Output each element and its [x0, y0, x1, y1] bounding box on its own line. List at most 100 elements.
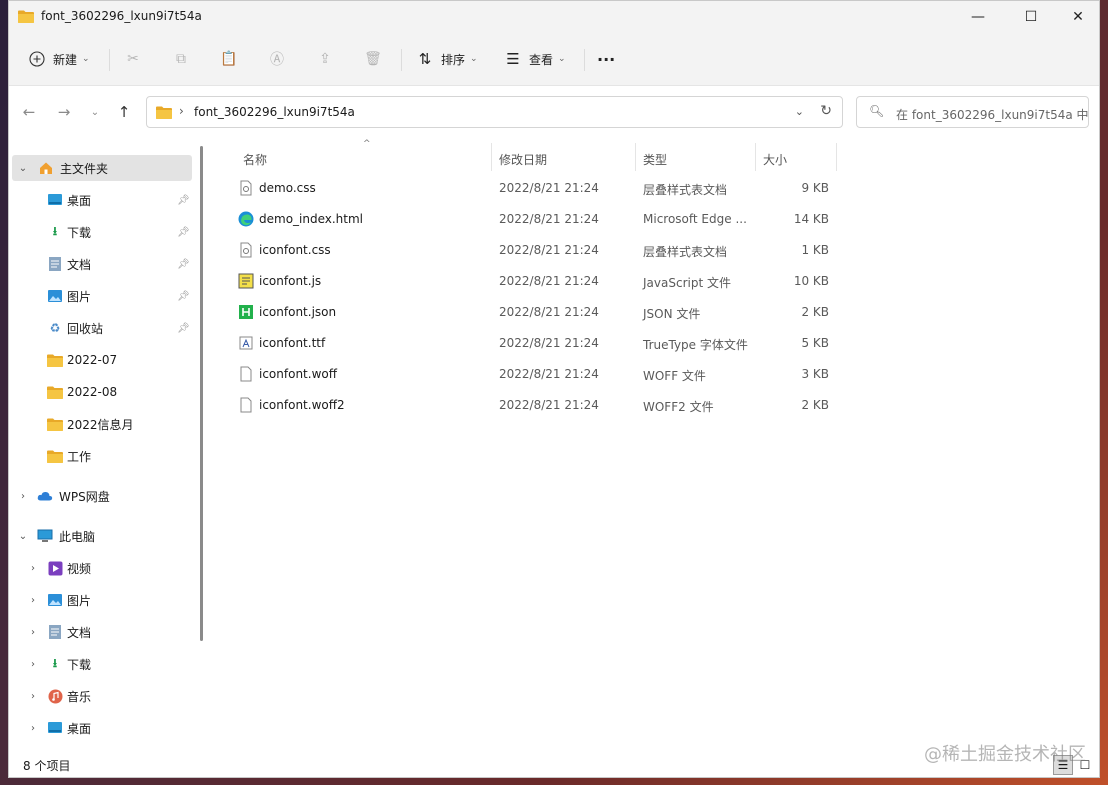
close-button[interactable]: ✕	[1055, 1, 1099, 33]
column-header-name[interactable]: 名称	[243, 147, 267, 171]
file-date: 2022/8/21 21:24	[499, 336, 599, 350]
sidebar-item-folder-2022-08[interactable]: 2022-08	[9, 379, 199, 405]
file-list: ^ 名称 修改日期 类型 大小 demo.css 2022/8/21 21:24…	[217, 139, 1099, 755]
sidebar-item-videos[interactable]: › 视频	[9, 555, 199, 581]
sidebar-item-recycle-bin[interactable]: ♻ 回收站 📌︎	[9, 315, 199, 341]
sidebar-item-documents-pc[interactable]: › 文档	[9, 619, 199, 645]
file-row[interactable]: iconfont.json 2022/8/21 21:24 JSON 文件 2 …	[229, 297, 839, 327]
chevron-down-icon: ⌄	[82, 54, 90, 64]
toolbar-divider	[109, 49, 110, 71]
expand-chevron-icon[interactable]: ›	[27, 595, 39, 606]
up-arrow-icon[interactable]: ↑	[112, 100, 136, 124]
document-icon	[47, 624, 63, 640]
file-row[interactable]: demo.css 2022/8/21 21:24 层叠样式表文档 9 KB	[229, 173, 839, 203]
folder-icon	[47, 416, 63, 432]
file-row[interactable]: demo_index.html 2022/8/21 21:24 Microsof…	[229, 204, 839, 234]
expand-chevron-icon[interactable]: ›	[27, 563, 39, 574]
sidebar-item-home[interactable]: ⌄ 主文件夹	[12, 155, 192, 181]
file-date: 2022/8/21 21:24	[499, 367, 599, 381]
search-icon: 🔍︎	[869, 104, 885, 118]
expand-chevron-icon[interactable]: ⌄	[17, 531, 29, 542]
folder-icon	[47, 384, 63, 400]
recent-locations-chevron-icon[interactable]: ⌄	[83, 100, 107, 124]
file-size: 3 KB	[801, 367, 829, 381]
paste-icon[interactable]: 📋	[217, 47, 241, 71]
file-row[interactable]: iconfont.woff 2022/8/21 21:24 WOFF 文件 3 …	[229, 359, 839, 389]
expand-chevron-icon[interactable]: ›	[27, 659, 39, 670]
sidebar-item-downloads-pc[interactable]: › ⭳ 下载	[9, 651, 199, 677]
maximize-button[interactable]: ☐	[1008, 1, 1054, 33]
column-divider[interactable]	[491, 143, 492, 171]
view-list-icon: ☰	[506, 50, 520, 68]
column-divider[interactable]	[635, 143, 636, 171]
search-box[interactable]: 🔍︎ 在 font_3602296_lxun9i7t54a 中...	[856, 96, 1089, 128]
sidebar-item-documents[interactable]: 文档 📌︎	[9, 251, 199, 277]
file-size: 1 KB	[801, 243, 829, 257]
column-divider[interactable]	[755, 143, 756, 171]
share-icon[interactable]: ⇪	[313, 47, 337, 71]
view-button[interactable]: ☰ 查看 ⌄	[503, 43, 566, 75]
chevron-down-icon: ⌄	[558, 54, 566, 64]
column-header-date[interactable]: 修改日期	[499, 147, 547, 171]
file-date: 2022/8/21 21:24	[499, 212, 599, 226]
file-type: WOFF 文件	[643, 369, 706, 383]
new-button-label: 新建	[53, 52, 78, 67]
sidebar-item-desktop-pc[interactable]: › 桌面	[9, 715, 199, 741]
column-divider[interactable]	[836, 143, 837, 171]
watermark: @稀土掘金技术社区	[924, 744, 1086, 765]
cut-icon[interactable]: ✂	[121, 47, 145, 71]
folder-icon	[156, 106, 172, 119]
sidebar-item-label: 回收站	[67, 321, 104, 336]
sidebar-item-folder-info-month[interactable]: 2022信息月	[9, 411, 199, 437]
chevron-down-icon: ⌄	[470, 54, 478, 64]
sidebar-item-label: 此电脑	[59, 529, 96, 544]
breadcrumb-current-folder[interactable]: font_3602296_lxun9i7t54a	[194, 105, 355, 119]
folder-icon	[47, 352, 63, 368]
expand-chevron-icon[interactable]: ⌄	[17, 163, 29, 174]
sidebar-item-this-pc[interactable]: ⌄ 此电脑	[9, 523, 199, 549]
sidebar-item-wps-cloud[interactable]: › WPS网盘	[9, 483, 199, 509]
desktop-icon	[47, 192, 63, 208]
column-header-type[interactable]: 类型	[643, 147, 667, 171]
minimize-button[interactable]: —	[955, 1, 1001, 33]
expand-chevron-icon[interactable]: ›	[27, 723, 39, 734]
file-row[interactable]: iconfont.css 2022/8/21 21:24 层叠样式表文档 1 K…	[229, 235, 839, 265]
file-size: 10 KB	[793, 274, 829, 288]
sidebar-item-folder-work[interactable]: 工作	[9, 443, 199, 469]
sort-icon: ⇅	[418, 50, 432, 68]
expand-chevron-icon[interactable]: ›	[27, 627, 39, 638]
forward-arrow-icon[interactable]: →	[52, 100, 76, 124]
sidebar-item-music[interactable]: › 音乐	[9, 683, 199, 709]
back-arrow-icon[interactable]: ←	[17, 100, 41, 124]
expand-chevron-icon[interactable]: ›	[27, 691, 39, 702]
copy-icon[interactable]: ⧉	[169, 47, 193, 71]
sidebar-item-pictures-pc[interactable]: › 图片	[9, 587, 199, 613]
sidebar-item-pictures[interactable]: 图片 📌︎	[9, 283, 199, 309]
more-options-button[interactable]: ···	[597, 43, 615, 75]
sidebar-item-desktop[interactable]: 桌面 📌︎	[9, 187, 199, 213]
sort-button[interactable]: ⇅ 排序 ⌄	[415, 43, 478, 75]
toolbar-divider	[584, 49, 585, 71]
address-history-chevron-icon[interactable]: ⌄	[795, 105, 804, 118]
file-name: iconfont.woff	[259, 367, 337, 381]
file-row[interactable]: iconfont.ttf 2022/8/21 21:24 TrueType 字体…	[229, 328, 839, 358]
title-bar[interactable]: font_3602296_lxun9i7t54a — ☐ ✕	[9, 1, 1099, 33]
window-title: font_3602296_lxun9i7t54a	[41, 9, 202, 23]
sidebar-scrollbar[interactable]	[200, 146, 203, 641]
file-row[interactable]: iconfont.js 2022/8/21 21:24 JavaScript 文…	[229, 266, 839, 296]
file-date: 2022/8/21 21:24	[499, 305, 599, 319]
sidebar-item-folder-2022-07[interactable]: 2022-07	[9, 347, 199, 373]
rename-icon[interactable]: Ⓐ	[265, 47, 289, 71]
blank-file-icon	[240, 397, 252, 413]
delete-icon[interactable]: 🗑	[361, 47, 385, 71]
expand-chevron-icon[interactable]: ›	[17, 491, 29, 502]
sidebar-item-downloads[interactable]: ⭳ 下载 📌︎	[9, 219, 199, 245]
new-button[interactable]: 新建 ⌄	[27, 43, 90, 75]
pictures-icon	[47, 592, 63, 608]
address-bar[interactable]: › font_3602296_lxun9i7t54a ⌄ ↻	[146, 96, 843, 128]
column-header-size[interactable]: 大小	[763, 147, 787, 171]
toolbar-divider	[401, 49, 402, 71]
refresh-icon[interactable]: ↻	[820, 103, 832, 119]
file-row[interactable]: iconfont.woff2 2022/8/21 21:24 WOFF2 文件 …	[229, 390, 839, 420]
pictures-icon	[47, 288, 63, 304]
